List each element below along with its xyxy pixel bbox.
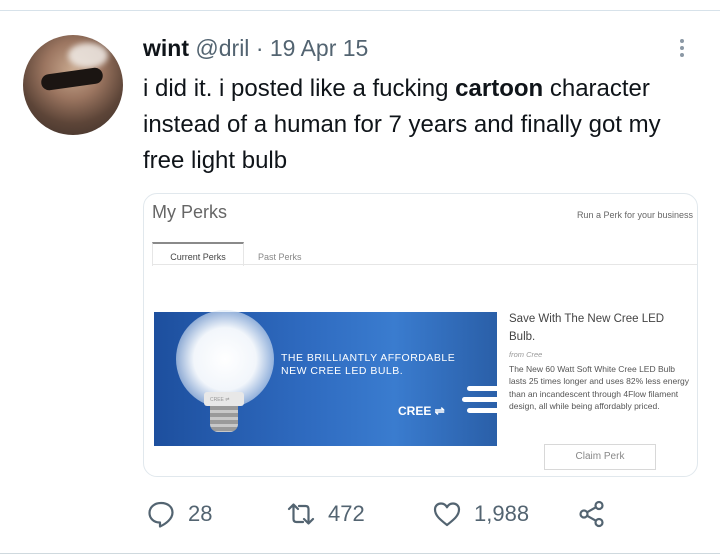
like-button[interactable]: 1,988 — [432, 499, 529, 529]
like-icon — [433, 502, 461, 527]
perk-title: Save With The New Cree LED Bulb. — [509, 313, 665, 343]
tab-current-perks: Current Perks — [152, 242, 244, 266]
retweet-icon — [287, 503, 315, 525]
tweet-header: wint @dril · 19 Apr 15 — [143, 33, 368, 63]
attached-image[interactable]: My Perks Run a Perk for your business Cu… — [143, 193, 698, 477]
like-count: 1,988 — [474, 501, 530, 526]
reply-button[interactable]: 28 — [146, 499, 212, 529]
share-icon — [579, 500, 604, 528]
bottom-divider — [0, 553, 720, 554]
banner-line-1: THE BRILLIANTLY AFFORDABLE — [281, 352, 456, 364]
perk-description: The New 60 Watt Soft White Cree LED Bulb… — [509, 364, 690, 412]
more-icon[interactable] — [672, 36, 692, 60]
perks-page-title: My Perks — [152, 202, 228, 222]
cree-banner: CREE ⇌ THE BRILLIANTLY AFFORDABLE NEW CR… — [154, 310, 497, 446]
share-button[interactable] — [577, 499, 619, 529]
bulb-screw — [210, 406, 238, 432]
avatar-sunglasses — [40, 66, 104, 92]
separator: · — [255, 35, 264, 61]
retweet-count: 472 — [328, 501, 365, 526]
handle[interactable]: @dril — [195, 35, 249, 61]
avatar-face-highlight — [68, 43, 108, 68]
retweet-button[interactable]: 472 — [286, 499, 365, 529]
bulb-label: CREE ⇌ — [210, 397, 230, 403]
tweet-text-part1: i did it. i posted like a fucking — [143, 75, 456, 102]
tweet-text: i did it. i posted like a fucking cartoo… — [143, 71, 683, 179]
claim-perk-button: Claim Perk — [544, 444, 656, 470]
tab-current-perks-label: Current Perks — [170, 252, 226, 262]
tweet-date[interactable]: 19 Apr 15 — [270, 35, 368, 61]
banner-headline: THE BRILLIANTLY AFFORDABLE NEW CREE LED … — [281, 352, 455, 378]
reply-icon — [148, 501, 174, 528]
reply-count: 28 — [188, 501, 213, 526]
tweet-text-bold: cartoon — [455, 75, 544, 102]
perk-from: from Cree — [509, 350, 543, 359]
cree-logo: CREE ⇌ — [398, 404, 445, 418]
tabs-divider — [152, 264, 697, 265]
top-divider — [0, 10, 720, 11]
cree-stripes-icon — [462, 386, 497, 436]
action-bar: 28 472 1,988 — [0, 495, 720, 535]
display-name[interactable]: wint — [143, 35, 189, 61]
run-perk-link: Run a Perk for your business — [576, 210, 693, 220]
tab-past-perks: Past Perks — [258, 252, 302, 262]
avatar[interactable] — [23, 35, 123, 135]
banner-line-2: NEW CREE LED BULB. — [281, 365, 404, 377]
